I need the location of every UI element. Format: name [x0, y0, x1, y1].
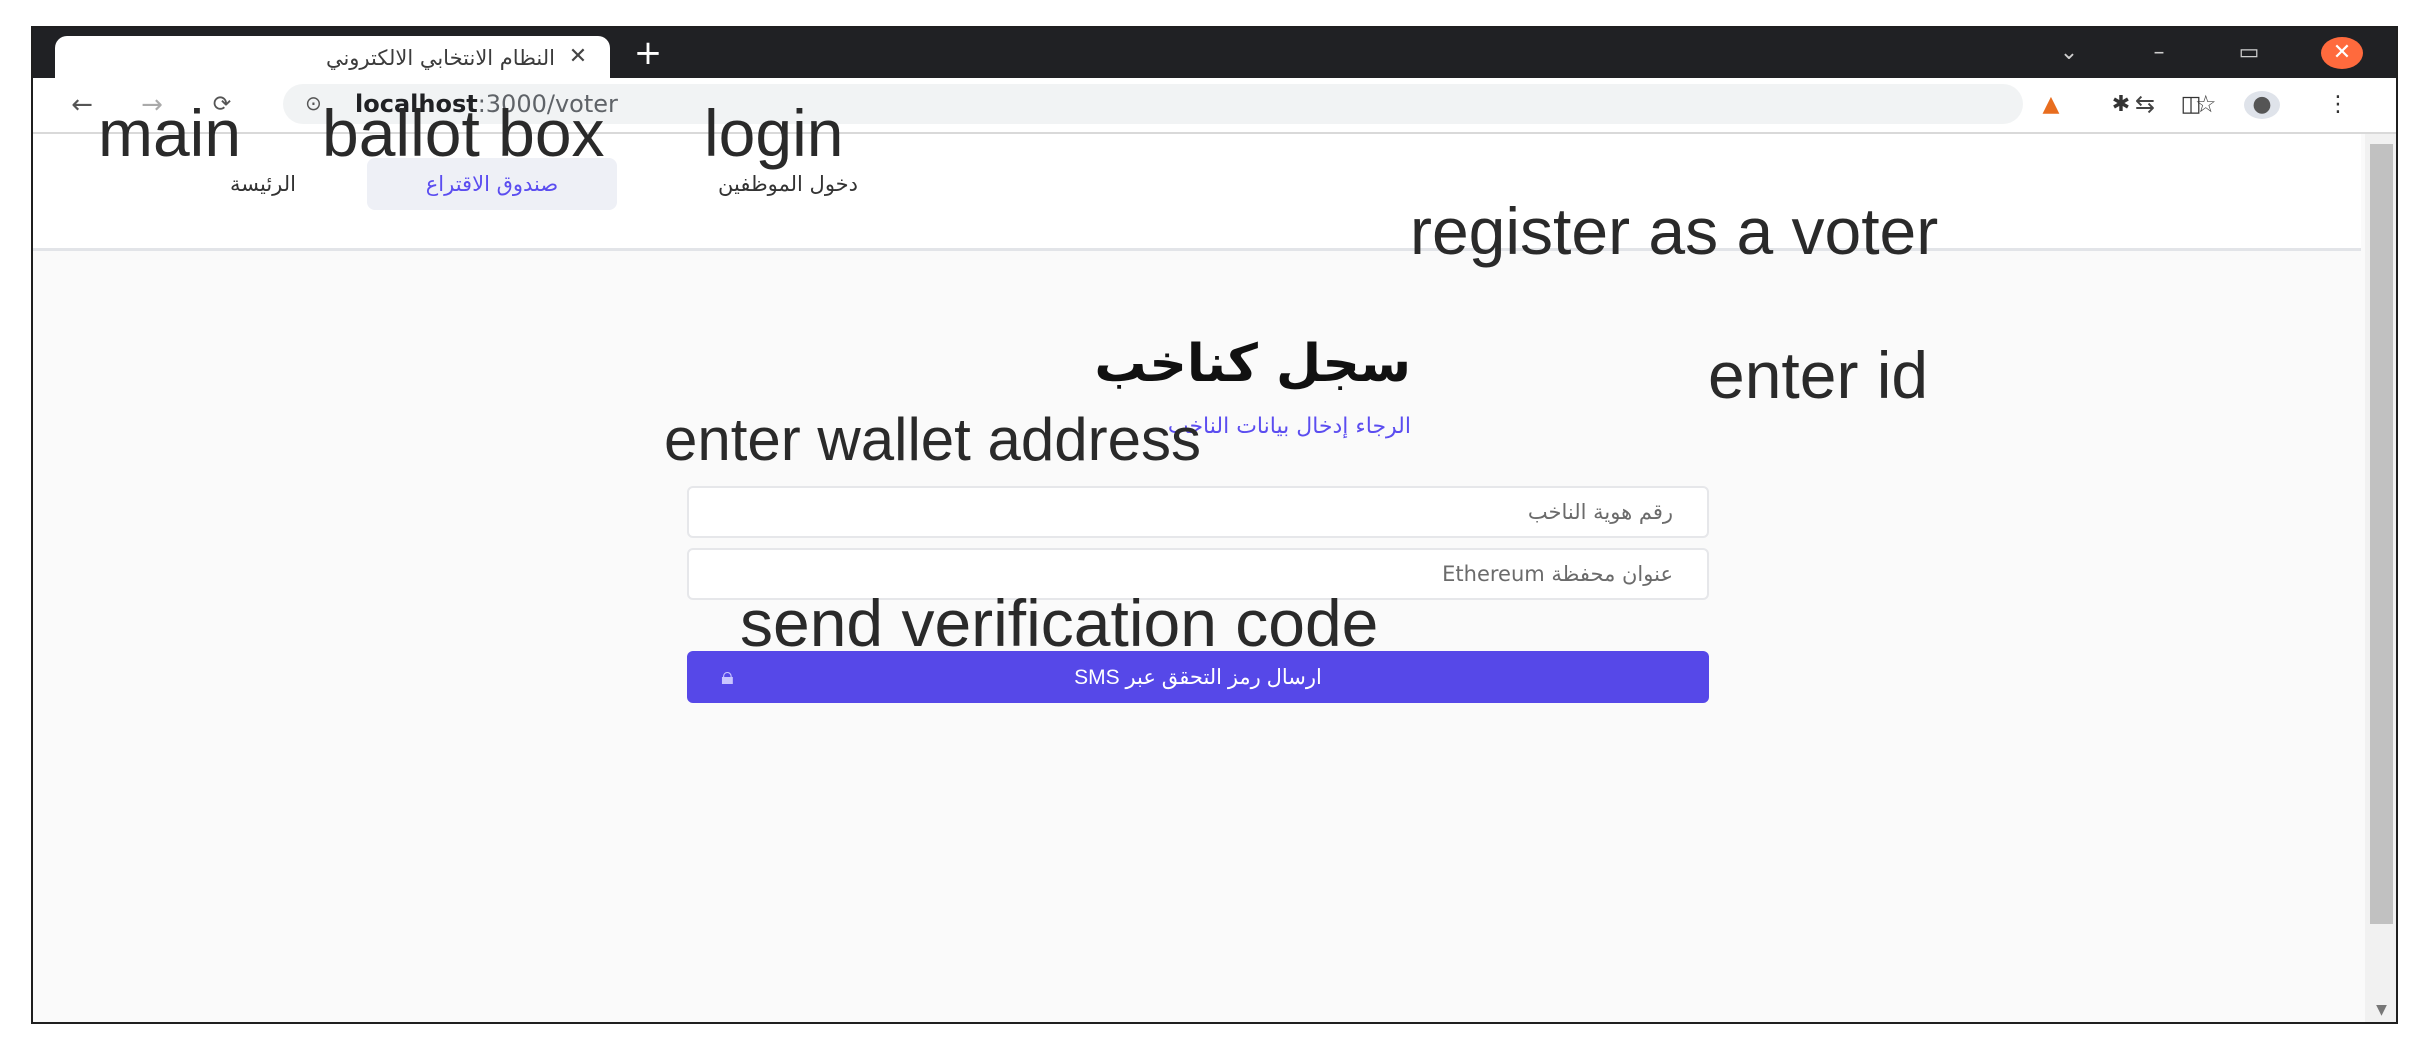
annotation-enter-id: enter id [1708, 338, 1929, 412]
cast-icon[interactable]: ⇆ [2135, 90, 2155, 118]
voter-id-input[interactable] [687, 486, 1709, 538]
scroll-down-icon[interactable]: ▼ [2370, 1002, 2393, 1022]
extensions-puzzle-icon[interactable]: ✱ [2104, 91, 2138, 119]
annotation-login: login [704, 96, 844, 170]
page-scrollbar[interactable]: ▼ [2365, 134, 2396, 1022]
tab-close-icon[interactable]: ✕ [566, 45, 590, 69]
annotation-enter-wallet: enter wallet address [664, 406, 1201, 473]
browser-window: النظام الانتخابي الالكتروني ✕ + ⌄ – ▭ ✕ … [31, 26, 2398, 1024]
close-window-icon[interactable]: ✕ [2321, 37, 2363, 69]
minimize-icon[interactable]: – [2144, 38, 2174, 68]
page-title: سجل كناخب [1094, 334, 1411, 394]
send-verification-label: ارسال رمز التحقق عبر SMS [1074, 666, 1322, 689]
metamask-extension-icon[interactable]: ▲ [2034, 91, 2068, 119]
site-info-icon[interactable]: ⊙ [305, 91, 322, 115]
menu-kebab-icon[interactable]: ⋮ [2321, 91, 2355, 119]
page-content: الرئيسة صندوق الاقتراع دخول الموظفين سجل… [33, 134, 2361, 1022]
back-icon[interactable]: ← [65, 90, 99, 120]
tab-bar: النظام الانتخابي الالكتروني ✕ + ⌄ – ▭ ✕ [33, 28, 2396, 78]
lock-icon: 🔒︎ [721, 663, 734, 690]
new-tab-icon[interactable]: + [633, 36, 663, 70]
annotation-send-code: send verification code [740, 586, 1379, 660]
annotation-main: main [98, 96, 242, 170]
side-panel-icon[interactable]: ◫ [2174, 91, 2208, 119]
tab-search-icon[interactable]: ⌄ [2054, 38, 2084, 68]
maximize-icon[interactable]: ▭ [2234, 38, 2264, 68]
browser-tab[interactable]: النظام الانتخابي الالكتروني ✕ [55, 36, 610, 78]
tab-title: النظام الانتخابي الالكتروني [325, 46, 555, 70]
annotation-ballot-box: ballot box [322, 96, 605, 170]
annotation-register: register as a voter [1410, 194, 1939, 268]
scroll-thumb[interactable] [2370, 144, 2393, 924]
profile-avatar-icon[interactable]: ● [2244, 91, 2280, 119]
